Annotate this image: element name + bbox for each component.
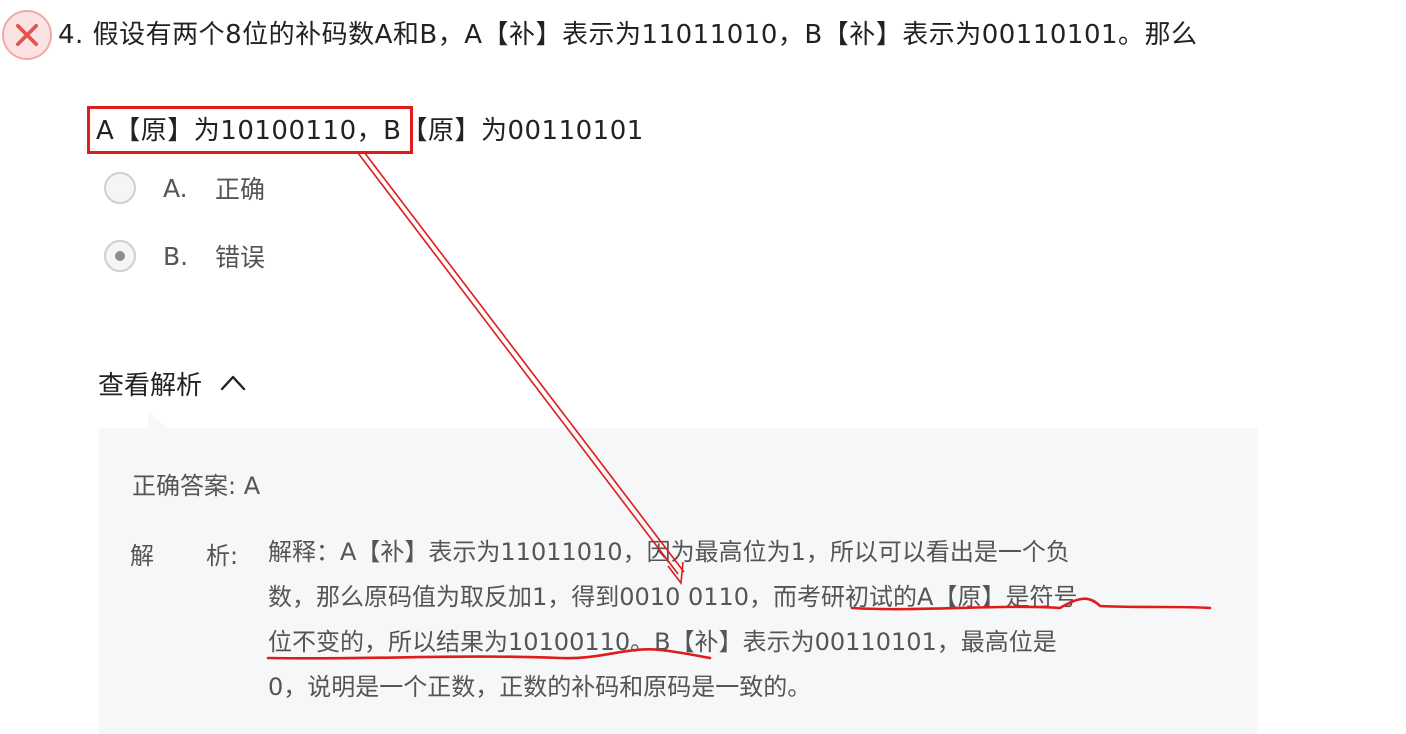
option-label: 正确 — [215, 175, 266, 204]
panel-pointer — [148, 412, 168, 428]
chevron-up-icon — [220, 375, 246, 391]
close-icon — [15, 23, 39, 47]
wrong-answer-icon — [2, 10, 52, 60]
option-letter: B. — [163, 241, 189, 271]
view-analysis-label: 查看解析 — [98, 370, 203, 401]
correct-answer: 正确答案: A — [132, 472, 261, 500]
view-analysis-toggle[interactable]: 查看解析 — [98, 364, 248, 402]
option-b[interactable]: B. 错误 — [104, 238, 265, 274]
radio-button-selected[interactable] — [104, 240, 136, 272]
option-label: 错误 — [215, 243, 266, 272]
explanation-line: 位不变的，所以结果为10100110。B【补】表示为00110101，最高位是 — [268, 628, 1057, 656]
radio-button[interactable] — [104, 172, 136, 204]
explanation-label-right: 析: — [206, 542, 239, 570]
explanation-line: 解释：A【补】表示为11011010，因为最高位为1，所以可以看出是一个负 — [268, 538, 1070, 566]
explanation-label: 解 析: — [130, 534, 238, 578]
question-text: 4. 假设有两个8位的补码数A和B，A【补】表示为11011010，B【补】表示… — [58, 20, 1198, 50]
annotation-highlight-box — [87, 106, 413, 154]
option-letter: A. — [163, 173, 188, 203]
option-a[interactable]: A. 正确 — [104, 170, 265, 206]
explanation-line: 数，那么原码值为取反加1，得到0010 0110，而考研初试的A【原】是符号 — [268, 583, 1078, 611]
explanation-line: 0，说明是一个正数，正数的补码和原码是一致的。 — [268, 673, 812, 701]
explanation-label-left: 解 — [130, 542, 154, 570]
